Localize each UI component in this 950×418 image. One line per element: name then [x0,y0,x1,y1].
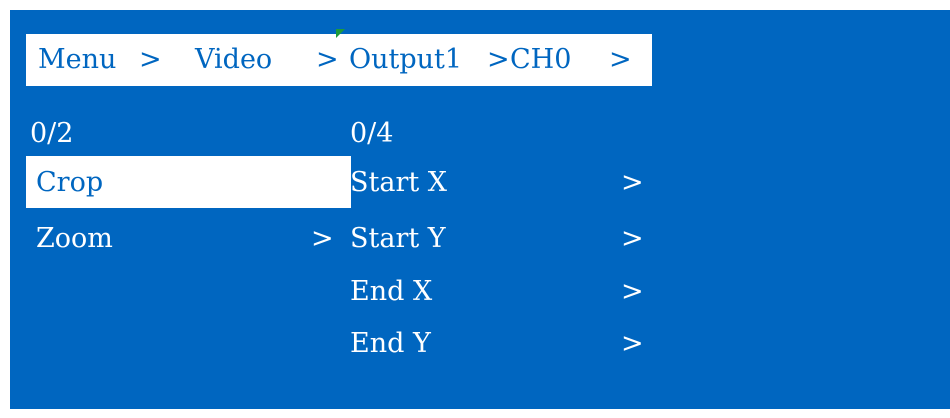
chevron-right-icon: > [621,223,644,254]
menu-item-label: Crop [36,167,104,198]
submenu-item-label: End Y [350,328,431,359]
breadcrumb: Menu > Video > Output1 > CH0 > [26,34,652,86]
osd-screen: Menu > Video > Output1 > CH0 > 0/2 0/4 C… [10,10,950,409]
breadcrumb-trailing-arrow: > [609,44,632,75]
breadcrumb-item-menu[interactable]: Menu [38,44,116,76]
cursor-mark-icon [336,29,345,38]
menu-item-label: Zoom [36,223,113,254]
breadcrumb-separator: > [139,44,162,75]
submenu-item-label: Start Y [350,223,446,254]
breadcrumb-item-output1[interactable]: Output1 [349,44,462,76]
breadcrumb-separator: > [487,44,510,75]
chevron-right-icon: > [621,276,644,307]
chevron-right-icon: > [621,167,644,198]
submenu-item-label: End X [350,276,433,307]
breadcrumb-separator: > [316,44,339,75]
menu-item-crop[interactable]: Crop [26,156,351,208]
submenu-item-label: Start X [350,167,448,198]
submenu-counter: 0/4 [350,118,394,149]
breadcrumb-item-ch0[interactable]: CH0 [510,44,571,76]
menu-counter: 0/2 [30,118,74,149]
chevron-right-icon: > [311,167,334,198]
chevron-right-icon: > [621,328,644,359]
breadcrumb-item-video[interactable]: Video [195,44,272,76]
chevron-right-icon: > [311,223,334,254]
